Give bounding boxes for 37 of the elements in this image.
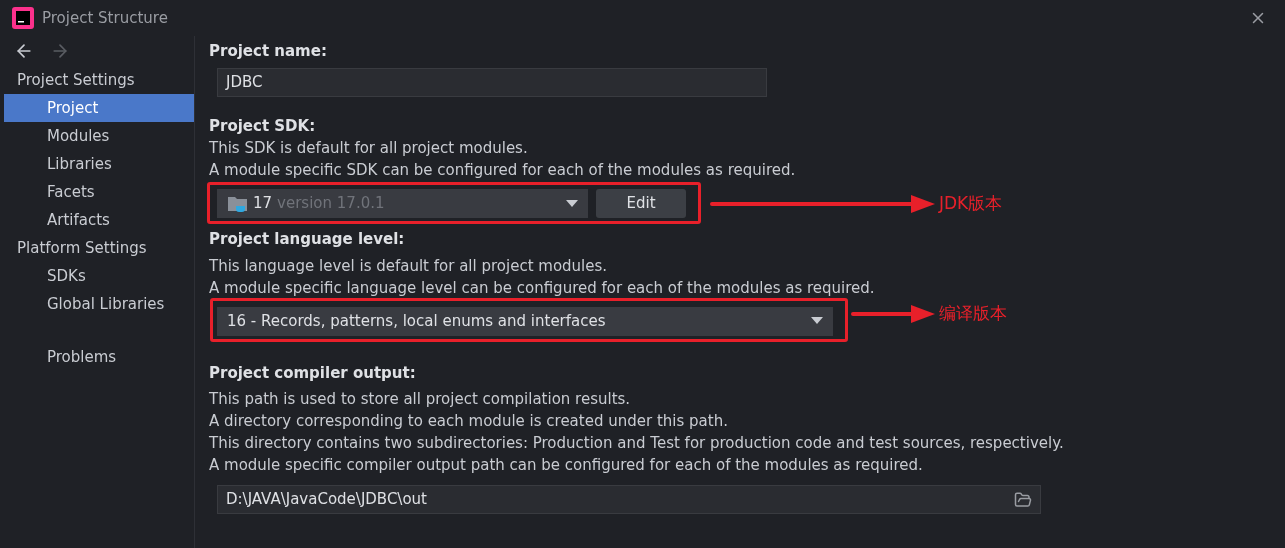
compiler-output-field[interactable]: D:\JAVA\JavaCode\JDBC\out: [217, 485, 1041, 514]
jdk-folder-icon: [227, 194, 249, 213]
sidebar-item[interactable]: Facets: [4, 178, 194, 206]
description-text: A directory corresponding to each module is created under this path.: [209, 411, 729, 432]
description-text: This language level is default for all project modules.: [209, 255, 609, 277]
section-label: Project name:: [209, 41, 328, 62]
description-text: A module specific SDK can be configured for each of the modules as required.: [209, 160, 797, 181]
dropdown-caret-icon: [566, 199, 578, 208]
description-text: This SDK is default for all project modules.: [209, 138, 529, 159]
app-logo-icon: [12, 7, 34, 29]
sidebar-item[interactable]: Modules: [4, 122, 194, 150]
section-label: Project SDK:: [209, 115, 317, 137]
sidebar-item[interactable]: Project: [4, 94, 194, 122]
folder-icon[interactable]: [1014, 490, 1032, 509]
section-label: Project language level:: [209, 229, 406, 250]
sidebar-item[interactable]: Problems: [4, 343, 194, 371]
description-text: This directory contains two subdirectories: Production and Test for production code and test sources, respectively.: [209, 433, 1065, 454]
sdk-dropdown[interactable]: 17 version 17.0.1: [217, 189, 588, 218]
annotation-label: 编译版本: [939, 302, 1007, 325]
sidebar-heading: Project Settings: [16, 69, 136, 91]
description-text: A module specific language level can be configured for each of the modules as required.: [209, 277, 876, 299]
sidebar-heading: Platform Settings: [16, 237, 148, 259]
sidebar-item[interactable]: Artifacts: [4, 206, 194, 234]
window-title: Project Structure: [42, 7, 168, 29]
section-label: Project compiler output:: [209, 362, 417, 384]
annotation-label: JDK版本: [939, 192, 1003, 215]
sdk-version: version 17.0.1: [277, 193, 385, 215]
project-name-field[interactable]: JDBC: [217, 67, 767, 97]
sidebar-item[interactable]: Libraries: [4, 150, 194, 178]
description-text: A module specific compiler output path can be configured for each of the modules as required.: [209, 455, 924, 476]
sidebar-item[interactable]: SDKs: [4, 262, 194, 290]
sidebar-item[interactable]: Global Libraries: [4, 290, 194, 318]
description-text: This path is used to store all project compilation results.: [209, 389, 632, 410]
sdk-name: 17: [253, 193, 273, 215]
language-level-dropdown[interactable]: 16 - Records, patterns, local enums and interfaces: [217, 306, 833, 336]
dropdown-caret-icon: [811, 317, 823, 325]
edit-button[interactable]: Edit: [596, 189, 686, 218]
